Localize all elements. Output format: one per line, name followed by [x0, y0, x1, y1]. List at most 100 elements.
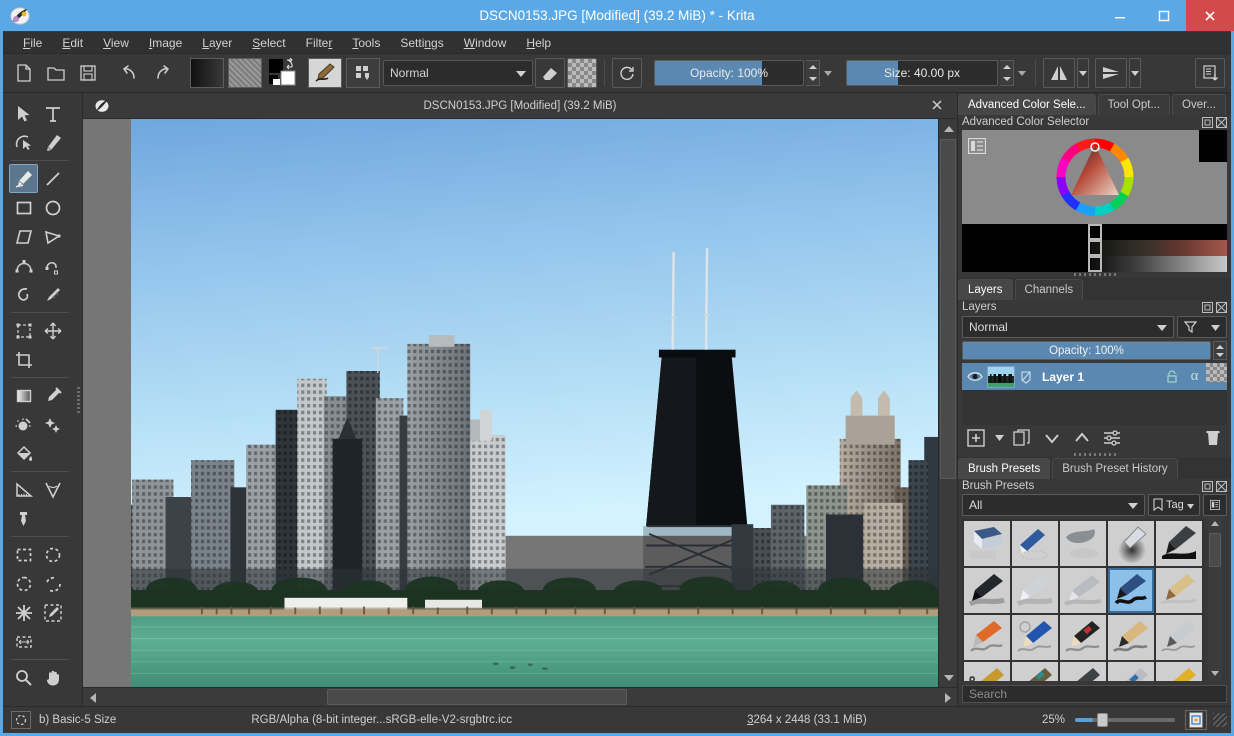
size-options-chevron-down-icon[interactable] [1016, 60, 1028, 86]
elliptical-selection-tool[interactable] [38, 540, 67, 569]
brush-preset-item[interactable] [1012, 661, 1058, 682]
reload-preset-icon[interactable] [612, 58, 642, 88]
polygonal-selection-tool[interactable] [38, 569, 67, 598]
undo-icon[interactable] [115, 58, 145, 88]
scroll-down-button[interactable] [939, 668, 957, 687]
scroll-right-button[interactable] [938, 688, 957, 706]
color-selector-settings-icon[interactable] [967, 137, 987, 154]
add-layer-dropdown-chevron-down-icon[interactable] [992, 425, 1006, 451]
eraser-mode-icon[interactable] [535, 58, 565, 88]
menu-help[interactable]: Help [516, 33, 561, 53]
menu-window[interactable]: Window [454, 33, 517, 53]
palette-row[interactable] [962, 223, 1227, 240]
bezier-curve-tool[interactable] [9, 251, 38, 280]
brush-preset-item[interactable] [1108, 661, 1154, 682]
mirror-horizontal-icon[interactable] [1043, 58, 1075, 88]
preset-scroll-down-button[interactable] [1208, 665, 1222, 681]
brush-tag-button[interactable]: Tag [1148, 493, 1200, 516]
duplicate-layer-button[interactable] [1008, 425, 1036, 451]
brush-preset-item[interactable] [1012, 567, 1058, 613]
zoom-tool[interactable] [9, 663, 38, 692]
brush-preset-item[interactable] [1060, 567, 1106, 613]
menu-settings[interactable]: Settings [390, 33, 453, 53]
tab-advanced-color-selector[interactable]: Advanced Color Sele... [958, 94, 1096, 115]
brush-preset-item[interactable] [1012, 614, 1058, 660]
zoom-slider[interactable] [1075, 713, 1175, 727]
gradient-preview-button[interactable] [190, 58, 224, 88]
fill-tool[interactable] [9, 439, 38, 468]
edit-shapes-tool[interactable] [9, 128, 38, 157]
palette-row[interactable] [962, 255, 1227, 272]
assistant-tool[interactable] [9, 504, 38, 533]
close-document-icon[interactable] [931, 98, 943, 114]
freehand-selection-tool[interactable] [9, 569, 38, 598]
foreground-background-colors[interactable] [268, 57, 302, 88]
color-history-palette[interactable] [962, 223, 1227, 272]
canvas-horizontal-scrollbar[interactable] [83, 687, 957, 706]
layer-visibility-eye-icon[interactable] [962, 370, 987, 383]
canvas-surface[interactable] [83, 119, 938, 687]
brush-tag-combo[interactable]: All [962, 493, 1145, 516]
size-slider[interactable]: Size: 40.00 px [846, 60, 998, 86]
layer-alpha-icon[interactable]: α [1183, 363, 1206, 390]
transform-tool[interactable] [9, 316, 38, 345]
brush-search-input[interactable]: Search [962, 685, 1227, 703]
selection-mode-icon[interactable] [11, 711, 31, 729]
float-docker-icon[interactable] [1202, 480, 1213, 492]
palette-row[interactable] [962, 239, 1227, 256]
fit-page-button[interactable] [1185, 710, 1207, 730]
toolbar-overflow-icon[interactable] [1195, 58, 1225, 88]
layer-properties-button[interactable] [1098, 425, 1126, 451]
float-docker-icon[interactable] [1202, 116, 1213, 128]
mirror-vertical-icon[interactable] [1095, 58, 1127, 88]
move-layer-up-button[interactable] [1068, 425, 1096, 451]
choose-workspace-button[interactable] [346, 58, 380, 88]
mirror-horizontal-chevron-down-icon[interactable] [1077, 58, 1089, 88]
tab-brush-preset-history[interactable]: Brush Preset History [1052, 458, 1178, 480]
select-shapes-tool[interactable] [9, 99, 38, 128]
freehand-path-tool[interactable] [38, 251, 67, 280]
horizontal-scroll-thumb[interactable] [327, 689, 627, 705]
layer-opacity-slider[interactable]: Opacity: 100% [962, 341, 1211, 361]
advanced-color-selector[interactable] [962, 129, 1227, 224]
menu-tools[interactable]: Tools [342, 33, 390, 53]
ellipse-tool[interactable] [38, 193, 67, 222]
brush-preset-item[interactable] [964, 614, 1010, 660]
brush-preset-item[interactable] [1012, 520, 1058, 566]
smart-patch-tool[interactable] [38, 410, 67, 439]
scroll-up-button[interactable] [939, 119, 957, 138]
freehand-brush-tool[interactable] [9, 164, 38, 193]
brush-list-view-toggle[interactable] [1203, 493, 1227, 516]
close-docker-icon[interactable] [1216, 301, 1227, 313]
layer-row[interactable]: Layer 1 α [962, 363, 1227, 391]
close-docker-icon[interactable] [1216, 116, 1227, 128]
mirror-vertical-chevron-down-icon[interactable] [1129, 58, 1141, 88]
brush-preset-item-basic-5-size[interactable] [1108, 567, 1154, 613]
brush-preset-item[interactable] [1060, 661, 1106, 682]
layer-name[interactable]: Layer 1 [1036, 370, 1160, 384]
contiguous-selection-tool[interactable] [9, 598, 38, 627]
canvas-image[interactable] [83, 119, 938, 687]
dynamic-brush-tool[interactable] [9, 280, 38, 309]
move-tool[interactable] [38, 316, 67, 345]
current-color-swatch[interactable] [1199, 129, 1227, 162]
brush-preset-item[interactable] [1156, 661, 1202, 682]
maximize-button[interactable] [1142, 0, 1186, 31]
brush-preset-item[interactable] [1060, 520, 1106, 566]
tab-layers[interactable]: Layers [958, 278, 1013, 300]
tab-overview[interactable]: Over... [1172, 94, 1226, 115]
save-document-icon[interactable] [73, 58, 103, 88]
new-document-icon[interactable] [9, 58, 39, 88]
menu-edit[interactable]: Edit [52, 33, 93, 53]
layer-opacity-spinner[interactable] [1213, 341, 1227, 361]
brush-preset-grid[interactable] [962, 518, 1204, 682]
layer-inherit-alpha-icon[interactable] [1206, 363, 1227, 383]
gradient-tool[interactable] [9, 381, 38, 410]
layer-list[interactable]: Layer 1 α [962, 363, 1227, 426]
rectangle-tool[interactable] [9, 193, 38, 222]
opacity-slider[interactable]: Opacity: 100% [654, 60, 804, 86]
preset-scroll-up-button[interactable] [1208, 516, 1222, 532]
close-docker-icon[interactable] [1216, 480, 1227, 492]
brush-preset-item[interactable] [1108, 614, 1154, 660]
menu-image[interactable]: Image [139, 33, 192, 53]
